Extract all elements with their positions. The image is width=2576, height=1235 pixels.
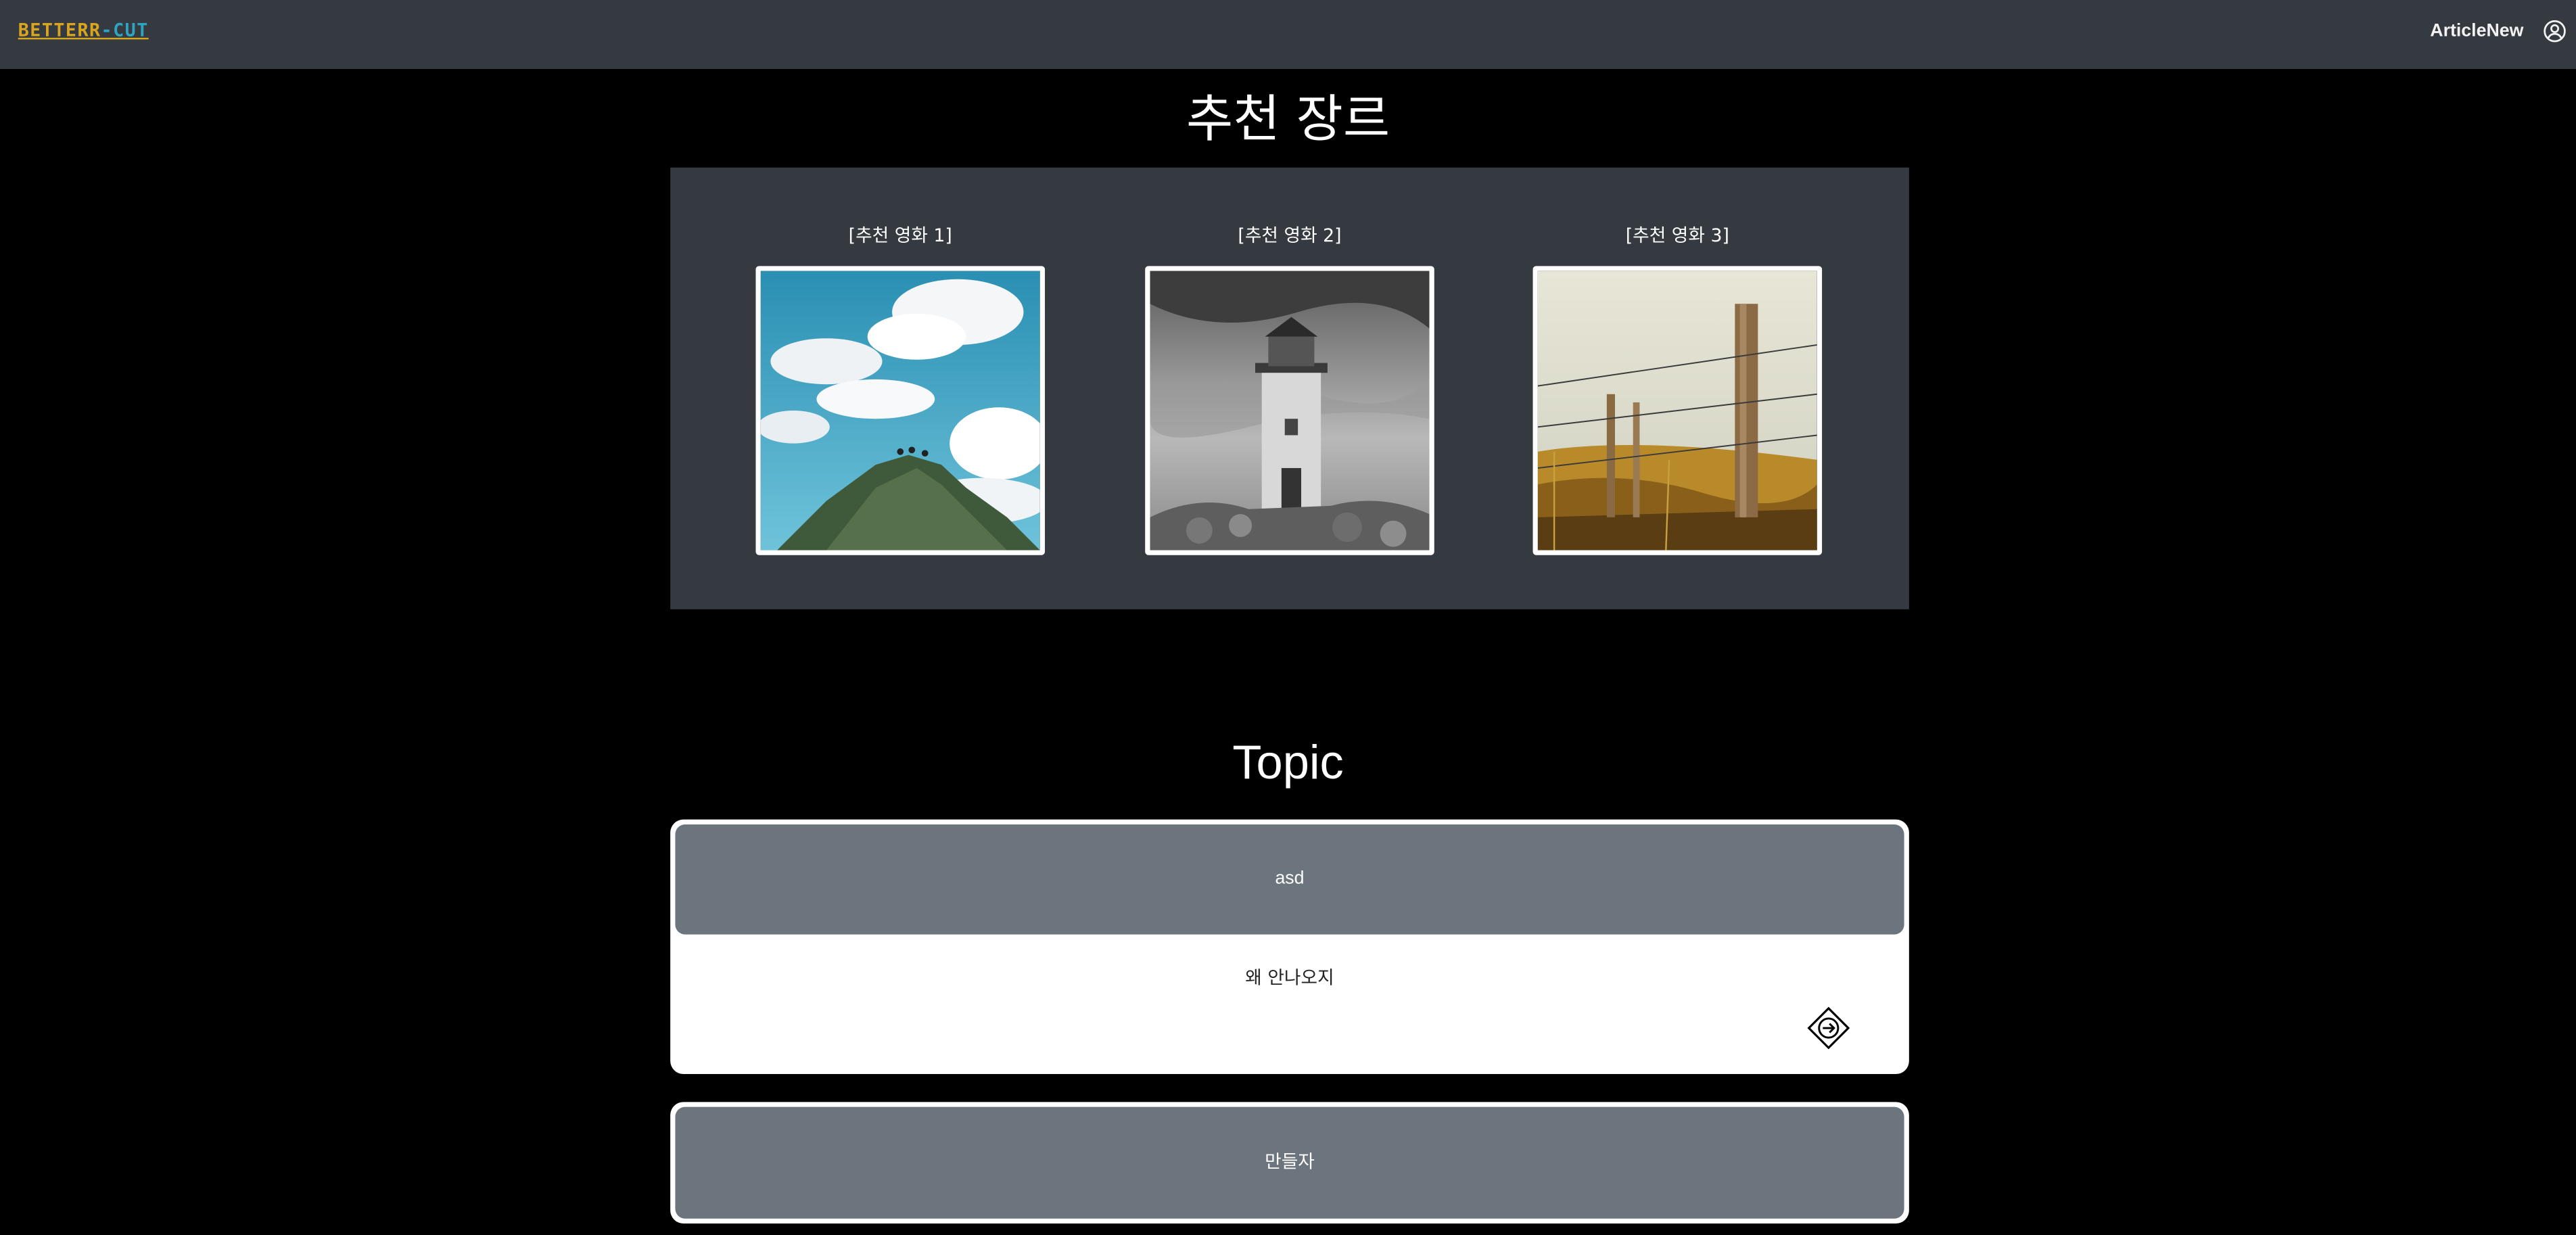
- section-title-topic: Topic: [1232, 737, 1344, 790]
- sky-clouds-rock-photo[interactable]: [755, 266, 1046, 555]
- arrow-right-diamond-icon[interactable]: [1807, 1006, 1850, 1050]
- topic-card: asd 왜 안나오지: [670, 819, 1909, 1075]
- recommend-panel: [추천 영화 1] [추천 영화 2] [추천 영화 3]: [670, 167, 1909, 609]
- topic-card-header[interactable]: asd: [675, 824, 1904, 935]
- recommend-card-label: [추천 영화 1]: [848, 225, 952, 247]
- fence-post-field-photo[interactable]: [1532, 266, 1823, 555]
- logo-text-secondary: -CUT: [101, 20, 149, 41]
- topic-card-body: 왜 안나오지: [1245, 967, 1334, 989]
- nav-link-article-new[interactable]: ArticleNew: [2430, 22, 2523, 41]
- lighthouse-bw-photo[interactable]: [1145, 266, 1434, 555]
- logo-link[interactable]: BETTERR-CUT: [18, 20, 149, 41]
- topic-card: 만들자: [670, 1102, 1909, 1224]
- page-title-recommend: 추천 장르: [1186, 90, 1390, 149]
- navbar: BETTERR-CUT ArticleNew: [0, 0, 2576, 69]
- user-circle-icon[interactable]: [2544, 20, 2567, 43]
- topic-card-header[interactable]: 만들자: [675, 1106, 1904, 1219]
- recommend-card-label: [추천 영화 3]: [1625, 225, 1729, 247]
- page: BETTERR-CUT ArticleNew 추천 장르 [추천 영화 1] […: [0, 0, 2576, 1235]
- logo-text-primary: BETTERR: [18, 20, 101, 41]
- recommend-card-label: [추천 영화 2]: [1238, 225, 1342, 247]
